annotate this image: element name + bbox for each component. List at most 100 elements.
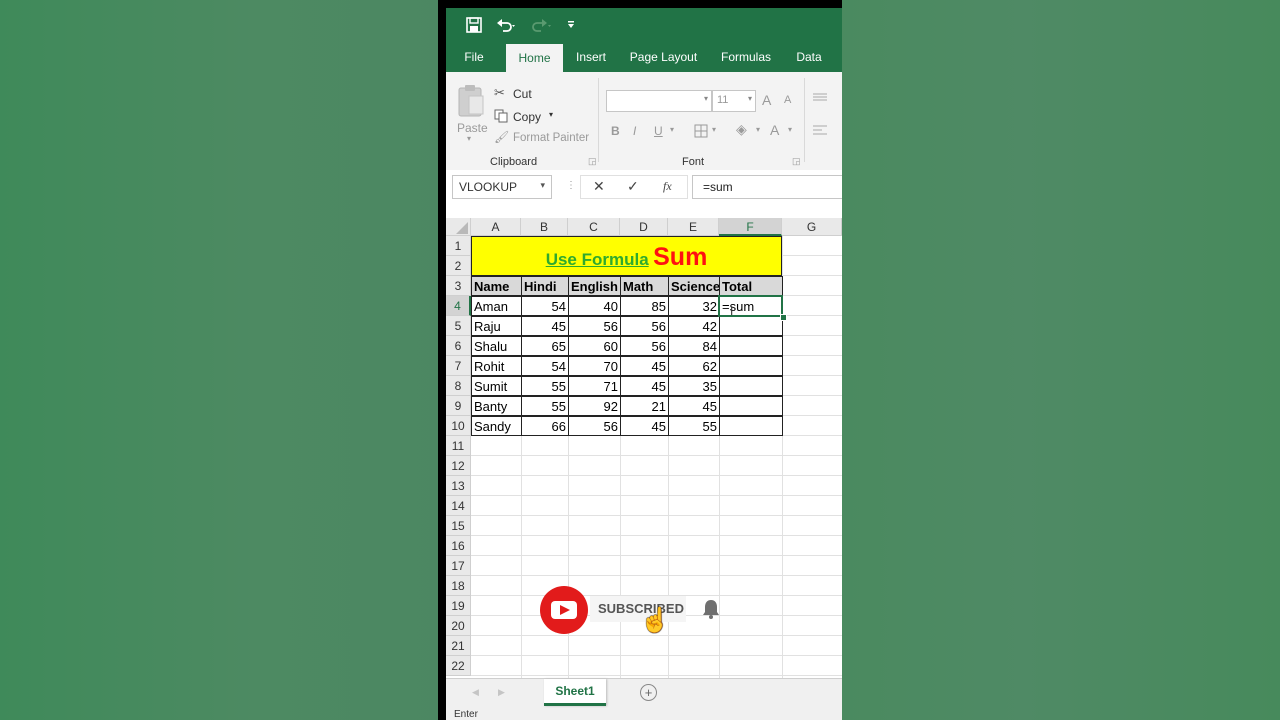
notification-bell-icon[interactable] bbox=[702, 599, 720, 619]
column-header-c[interactable]: C bbox=[568, 218, 620, 236]
row-header-13[interactable]: 13 bbox=[446, 476, 471, 496]
table-cell[interactable]: 56 bbox=[568, 316, 621, 336]
bold-button[interactable]: B bbox=[611, 124, 620, 138]
italic-button[interactable]: I bbox=[633, 124, 636, 138]
table-cell[interactable]: 45 bbox=[620, 356, 669, 376]
table-cell[interactable] bbox=[719, 396, 783, 416]
table-cell[interactable]: Sumit bbox=[471, 376, 522, 396]
table-cell[interactable]: 54 bbox=[521, 296, 569, 316]
row-header-5[interactable]: 5 bbox=[446, 316, 471, 336]
undo-icon[interactable] bbox=[496, 17, 518, 33]
font-name-dropdown-icon[interactable]: ▾ bbox=[704, 94, 708, 103]
row-header-21[interactable]: 21 bbox=[446, 636, 471, 656]
column-header-b[interactable]: B bbox=[521, 218, 568, 236]
underline-dropdown-icon[interactable]: ▾ bbox=[670, 125, 674, 134]
table-cell[interactable]: Shalu bbox=[471, 336, 522, 356]
column-header-e[interactable]: E bbox=[668, 218, 719, 236]
table-header-cell[interactable]: Name bbox=[471, 276, 522, 296]
table-cell[interactable]: 32 bbox=[668, 296, 720, 316]
subscribe-overlay[interactable]: SUBSCRIBED ☝ bbox=[540, 586, 730, 634]
paste-label[interactable]: Paste bbox=[457, 121, 488, 135]
table-header-cell[interactable]: Total bbox=[719, 276, 783, 296]
table-cell[interactable]: 60 bbox=[568, 336, 621, 356]
sheet-tab-sheet1[interactable]: Sheet1 bbox=[544, 679, 606, 706]
table-cell[interactable] bbox=[719, 316, 783, 336]
row-header-18[interactable]: 18 bbox=[446, 576, 471, 596]
youtube-logo-icon[interactable] bbox=[540, 586, 588, 634]
clipboard-launcher-icon[interactable]: ◲ bbox=[588, 156, 597, 167]
tab-data[interactable]: Data bbox=[790, 42, 828, 72]
table-header-cell[interactable]: English bbox=[568, 276, 621, 296]
column-header-a[interactable]: A bbox=[471, 218, 521, 236]
save-icon[interactable] bbox=[466, 17, 482, 33]
table-cell[interactable]: 71 bbox=[568, 376, 621, 396]
table-cell[interactable]: 55 bbox=[521, 396, 569, 416]
table-cell[interactable]: 54 bbox=[521, 356, 569, 376]
font-size-combobox[interactable]: 11 ▾ bbox=[712, 90, 756, 112]
customize-qat-icon[interactable] bbox=[566, 20, 576, 30]
table-cell[interactable]: 42 bbox=[668, 316, 720, 336]
tab-file[interactable]: File bbox=[454, 42, 494, 72]
row-header-8[interactable]: 8 bbox=[446, 376, 471, 396]
title-banner[interactable]: Use Formula Sum bbox=[471, 236, 782, 276]
table-cell[interactable]: 45 bbox=[521, 316, 569, 336]
grow-font-button[interactable]: A bbox=[762, 92, 771, 108]
table-cell[interactable]: 35 bbox=[668, 376, 720, 396]
tab-home[interactable]: Home bbox=[506, 44, 563, 72]
fill-handle[interactable] bbox=[780, 314, 787, 321]
format-painter-button[interactable]: Format Painter bbox=[513, 132, 589, 144]
paste-dropdown-icon[interactable]: ▾ bbox=[467, 134, 471, 143]
column-header-d[interactable]: D bbox=[620, 218, 668, 236]
table-cell[interactable]: 84 bbox=[668, 336, 720, 356]
table-cell[interactable]: 56 bbox=[620, 336, 669, 356]
scroll-right-icon[interactable]: ▶ bbox=[498, 687, 505, 698]
table-cell[interactable]: 65 bbox=[521, 336, 569, 356]
name-box[interactable]: VLOOKUP ▾ bbox=[452, 175, 552, 199]
row-header-6[interactable]: 6 bbox=[446, 336, 471, 356]
insert-function-button[interactable]: fx bbox=[663, 179, 672, 194]
underline-button[interactable]: U bbox=[654, 124, 663, 138]
table-cell[interactable]: 40 bbox=[568, 296, 621, 316]
enter-button[interactable]: ✓ bbox=[627, 178, 639, 195]
paste-icon[interactable] bbox=[456, 84, 486, 118]
row-header-11[interactable]: 11 bbox=[446, 436, 471, 456]
table-cell[interactable]: 45 bbox=[620, 416, 669, 436]
row-header-2[interactable]: 2 bbox=[446, 256, 471, 276]
table-cell[interactable]: 66 bbox=[521, 416, 569, 436]
row-header-10[interactable]: 10 bbox=[446, 416, 471, 436]
row-header-22[interactable]: 22 bbox=[446, 656, 471, 676]
row-header-4[interactable]: 4 bbox=[446, 296, 471, 316]
font-color-dropdown-icon[interactable]: ▾ bbox=[788, 125, 792, 134]
table-cell[interactable]: 56 bbox=[568, 416, 621, 436]
table-cell[interactable]: 70 bbox=[568, 356, 621, 376]
row-header-19[interactable]: 19 bbox=[446, 596, 471, 616]
table-cell[interactable]: Aman bbox=[471, 296, 522, 316]
row-header-7[interactable]: 7 bbox=[446, 356, 471, 376]
tab-insert[interactable]: Insert bbox=[570, 42, 612, 72]
scroll-left-icon[interactable]: ◀ bbox=[472, 687, 479, 698]
redo-icon[interactable] bbox=[530, 17, 552, 33]
table-cell[interactable]: Banty bbox=[471, 396, 522, 416]
row-header-12[interactable]: 12 bbox=[446, 456, 471, 476]
fill-color-icon[interactable]: ◈ bbox=[736, 121, 747, 138]
row-header-9[interactable]: 9 bbox=[446, 396, 471, 416]
table-cell[interactable]: 56 bbox=[620, 316, 669, 336]
cut-button[interactable]: Cut bbox=[513, 87, 532, 101]
table-cell[interactable] bbox=[719, 356, 783, 376]
copy-dropdown-icon[interactable]: ▾ bbox=[549, 110, 553, 119]
font-size-dropdown-icon[interactable]: ▾ bbox=[748, 94, 752, 103]
borders-icon[interactable] bbox=[694, 124, 708, 138]
copy-button[interactable]: Copy bbox=[513, 110, 541, 124]
add-sheet-button[interactable]: + bbox=[640, 684, 657, 701]
fill-color-dropdown-icon[interactable]: ▾ bbox=[756, 125, 760, 134]
table-cell[interactable]: 62 bbox=[668, 356, 720, 376]
align-left-icon[interactable] bbox=[812, 124, 828, 136]
table-cell[interactable] bbox=[719, 416, 783, 436]
table-header-cell[interactable]: Math bbox=[620, 276, 669, 296]
tab-page-layout[interactable]: Page Layout bbox=[626, 42, 701, 72]
table-header-cell[interactable]: Science bbox=[668, 276, 720, 296]
table-header-cell[interactable]: Hindi bbox=[521, 276, 569, 296]
table-cell[interactable]: 55 bbox=[521, 376, 569, 396]
table-cell[interactable] bbox=[719, 376, 783, 396]
table-cell[interactable]: 92 bbox=[568, 396, 621, 416]
